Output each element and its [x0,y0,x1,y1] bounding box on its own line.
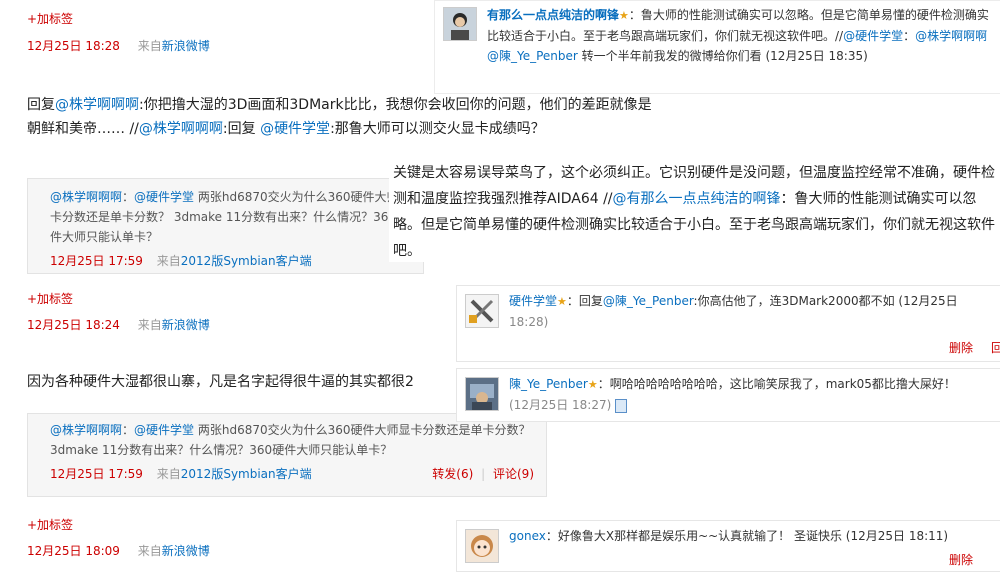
avatar[interactable] [465,377,499,411]
vip-badge-icon: ★ [587,378,598,391]
add-tag-link[interactable]: +加标签 [27,516,73,533]
comment-body: 有那么一点点纯洁的啊锋★：鲁大师的性能测试确实可以忽略。但是它简单易懂的硬件检测… [487,8,989,63]
source-app-link[interactable]: 新浪微博 [162,318,210,332]
comment-user-link[interactable]: 有那么一点点纯洁的啊锋 [487,8,619,22]
source-app-link[interactable]: 新浪微博 [162,544,210,558]
comment-body: 陳_Ye_Penber★：啊哈哈哈哈哈哈哈哈，这比喻笑尿我了，mark05都比撸… [509,377,956,413]
retweet-author-link[interactable]: @株学啊啊啊 [50,190,122,204]
retweet-box: @株学啊啊啊：@硬件学堂 两张hd6870交火为什么360硬件大师显卡分数还是单… [27,178,424,274]
delete-link[interactable]: 删除 [949,338,973,358]
mention-link[interactable]: @陳_Ye_Penber [603,294,694,308]
retweet-box: @株学啊啊啊：@硬件学堂 两张hd6870交火为什么360硬件大师显卡分数还是单… [27,413,547,497]
source-app-link[interactable]: 2012版Symbian客户端 [181,467,312,481]
retweet-author-link[interactable]: @株学啊啊啊 [50,423,122,437]
retweet-text: @株学啊啊啊：@硬件学堂 两张hd6870交火为什么360硬件大师显卡分数还是单… [50,190,411,244]
post-text: 回复@株学啊啊啊:你把撸大湿的3D画面和3DMark比比，我想你会收回你的问题，… [27,97,652,137]
source-app-link[interactable]: 2012版Symbian客户端 [181,254,312,268]
retweet-time[interactable]: 12月25日 17:59 [50,467,143,481]
repost-text: 关键是太容易误导菜鸟了，这个必须纠正。它识别硬件是没问题，但温度监控经常不准确，… [393,165,995,259]
retweet-time[interactable]: 12月25日 17:59 [50,254,143,268]
tools-icon [466,295,498,327]
mention-link[interactable]: @陳_Ye_Penber [487,49,578,63]
comment-user-link[interactable]: 陳_Ye_Penber [509,377,588,391]
repost-link[interactable]: 转发(6) [432,467,473,481]
avatar[interactable] [465,294,499,328]
mention-link[interactable]: @硬件学堂 [134,190,194,204]
post-time[interactable]: 12月25日 18:24 [27,318,120,332]
avatar[interactable] [443,7,477,41]
comment-user-link[interactable]: 硬件学堂 [509,294,557,308]
comment-time: (12月25日 18:27) [509,398,612,412]
overlay-repost-text: 关键是太容易误导菜鸟了，这个必须纠正。它识别硬件是没问题，但温度监控经常不准确，… [389,152,1000,262]
vip-badge-icon: ★ [619,9,629,22]
source-prefix: 来自 [137,39,162,53]
mention-link[interactable]: @株学啊啊啊 [55,97,139,113]
source-app-link[interactable]: 新浪微博 [162,39,210,53]
comment-user-link[interactable]: gonex [509,529,546,543]
retweet-meta: 12月25日 17:59 来自2012版Symbian客户端 [50,254,312,268]
comment-body: 硬件学堂★：回复@陳_Ye_Penber:你高估他了，连3DMark2000都不… [509,294,958,329]
phone-client-icon [615,398,628,413]
add-tag-link[interactable]: +加标签 [27,290,73,307]
mention-link[interactable]: @株学啊啊啊 [139,121,223,137]
reply-link[interactable]: 回 [991,338,1000,358]
mention-link[interactable]: @硬件学堂 [134,423,194,437]
post-meta: 12月25日 18:09 来自新浪微博 [27,544,210,558]
post-meta: 12月25日 18:28 来自新浪微博 [27,37,210,54]
anime-avatar-icon [466,530,498,562]
post-meta: 12月25日 18:24 来自新浪微博 [27,318,210,332]
comment-link[interactable]: 评论(9) [493,467,534,481]
post-time[interactable]: 12月25日 18:09 [27,544,120,558]
avatar[interactable] [465,529,499,563]
comment-item: 硬件学堂★：回复@陳_Ye_Penber:你高估他了，连3DMark2000都不… [456,285,1000,362]
comment-time: 18:28) [509,315,549,329]
vip-badge-icon: ★ [557,295,567,308]
comment-item: 陳_Ye_Penber★：啊哈哈哈哈哈哈哈哈，这比喻笑尿我了，mark05都比撸… [456,368,1000,422]
post-time[interactable]: 12月25日 18:28 [27,39,120,53]
user-avatar-icon [466,378,498,410]
mention-link[interactable]: @有那么一点点纯洁的啊锋 [613,191,781,207]
mention-link[interactable]: @硬件学堂 [260,121,330,137]
add-tag-link[interactable]: +加标签 [27,10,73,27]
user-avatar-icon [444,8,476,40]
comment-item: gonex：好像鲁大X那样都是娱乐用~~认真就输了！ 圣诞快乐 (12月25日 … [456,520,1000,572]
overlay-comment-top: 有那么一点点纯洁的啊锋★：鲁大师的性能测试确实可以忽略。但是它简单易懂的硬件检测… [434,0,1000,94]
delete-link[interactable]: 删除 [949,550,973,570]
post-text: 因为各种硬件大湿都很山寨，凡是名字起得很牛逼的其实都很2 [27,374,414,390]
mention-link[interactable]: @株学啊啊啊 [915,29,987,43]
mention-link[interactable]: @硬件学堂 [843,29,903,43]
retweet-meta: 12月25日 17:59 来自2012版Symbian客户端 转发(6) | 评… [50,467,534,481]
comment-body: gonex：好像鲁大X那样都是娱乐用~~认真就输了！ 圣诞快乐 (12月25日 … [509,529,949,543]
